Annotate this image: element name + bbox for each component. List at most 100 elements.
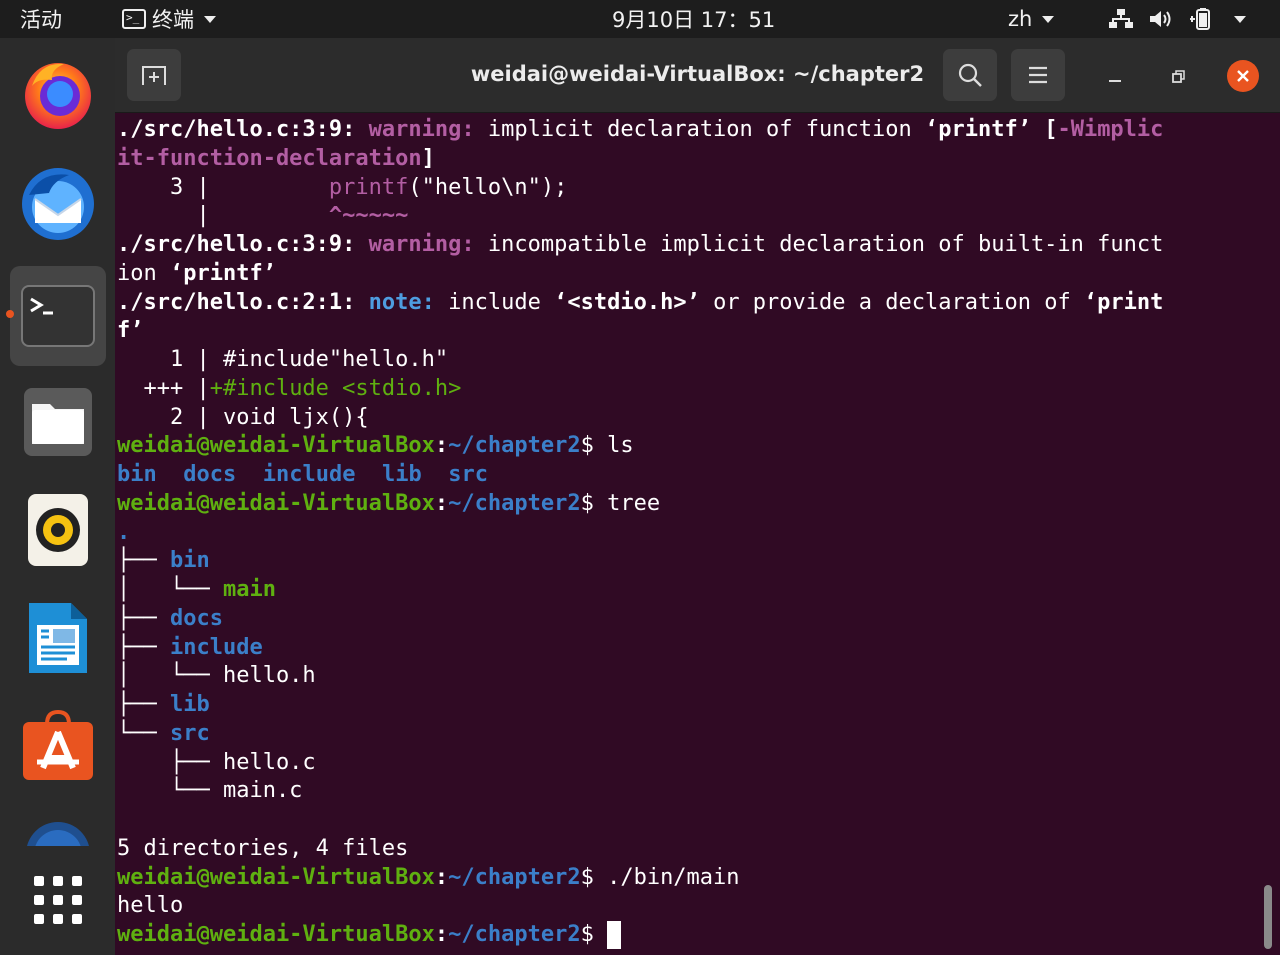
terminal-text: +++ | [117, 375, 210, 401]
hamburger-menu-icon [1029, 66, 1047, 84]
speaker-icon [28, 494, 88, 566]
terminal-line: weidai@weidai-VirtualBox:~/chapter2$ ls [117, 432, 1267, 461]
terminal-text: f’ [117, 318, 144, 344]
dock-item-help[interactable] [10, 806, 106, 846]
app-menu[interactable]: >_ 终端 [122, 0, 216, 38]
terminal-line: weidai@weidai-VirtualBox:~/chapter2$ [117, 921, 1267, 950]
terminal-text: ├── [117, 605, 170, 631]
terminal-text: : [434, 922, 449, 947]
terminal-text: lib [169, 692, 210, 717]
terminal-text: : [434, 490, 449, 516]
scrollbar[interactable] [1264, 885, 1272, 949]
terminal-line: +++ |+#include <stdio.h> [117, 375, 1267, 404]
maximize-button[interactable] [1163, 62, 1193, 92]
terminal-line: ion ‘printf’ [117, 260, 1267, 289]
terminal-text: 1 | #include"hello.h" [117, 347, 449, 372]
terminal-line: 5 directories, 4 files [117, 835, 1267, 864]
dock-item-thunderbird[interactable] [10, 156, 106, 252]
new-tab-button[interactable] [127, 49, 181, 101]
terminal-text: ├── hello.c [117, 749, 316, 775]
thunderbird-icon [22, 168, 94, 240]
network-icon [1109, 9, 1133, 28]
terminal-text: $ [580, 922, 608, 947]
terminal-text: implicit declaration of function [487, 117, 925, 142]
top-bar: 活动 >_ 终端 9月10日 17：51 zh [0, 0, 1280, 38]
terminal-text: ~/chapter2 [448, 864, 581, 890]
terminal-line: . [117, 519, 1267, 548]
terminal-text: └── main.c [117, 778, 303, 804]
terminal-text: weidai@weidai-VirtualBox [117, 490, 435, 516]
terminal-line: ./src/hello.c:3:9: warning: incompatible… [117, 231, 1267, 260]
terminal-text: printf [328, 174, 409, 200]
terminal-text: ion [117, 260, 170, 286]
terminal-text: ("hello\n"); [408, 174, 568, 200]
input-method-menu[interactable]: zh [1008, 0, 1055, 38]
search-button[interactable] [943, 49, 997, 101]
activities-label: 活动 [20, 8, 62, 32]
terminal-text: warning: [368, 117, 488, 142]
terminal-text: bin [169, 548, 210, 574]
terminal-line: hello [117, 892, 1267, 921]
terminal-text: lib [381, 462, 422, 487]
terminal-line: ./src/hello.c:3:9: warning: implicit dec… [117, 116, 1267, 145]
folder-icon [24, 388, 92, 456]
terminal-text: ~/chapter2 [448, 922, 581, 947]
terminal-text: $ ls [580, 433, 634, 459]
system-menu[interactable] [1108, 0, 1246, 38]
battery-icon [1190, 8, 1210, 30]
terminal-text: ] [421, 145, 435, 171]
input-method-label: zh [1008, 7, 1033, 31]
minimize-button[interactable] [1100, 62, 1130, 92]
terminal-text: : [434, 433, 449, 459]
terminal-text: ├── [117, 634, 170, 660]
terminal-text: . [117, 519, 131, 545]
terminal-text: ~/chapter2 [448, 490, 581, 516]
dock-item-firefox[interactable] [10, 46, 106, 142]
dock-item-writer[interactable] [10, 590, 106, 686]
terminal-text: 2 | void ljx(){ [117, 404, 369, 430]
dock-item-terminal[interactable] [6, 266, 106, 366]
dock-item-software[interactable] [10, 698, 106, 794]
close-button[interactable] [1227, 60, 1259, 92]
terminal-line: bin docs include lib src [117, 461, 1267, 490]
terminal-text: docs [183, 462, 237, 487]
help-icon [27, 822, 89, 846]
dock [0, 38, 115, 955]
activities-button[interactable]: 活动 [20, 0, 62, 38]
dock-item-rhythmbox[interactable] [10, 482, 106, 578]
new-tab-icon [142, 66, 166, 85]
terminal-line: ./src/hello.c:2:1: note: include ‘<stdio… [117, 289, 1267, 318]
chevron-down-icon [1042, 15, 1055, 23]
terminal-output[interactable]: ./src/hello.c:3:9: warning: implicit dec… [115, 113, 1280, 955]
terminal-text: ├── [117, 692, 170, 717]
terminal-text: [ [1030, 117, 1058, 142]
clock[interactable]: 9月10日 17：51 [612, 0, 775, 38]
terminal-line: weidai@weidai-VirtualBox:~/chapter2$ ./b… [117, 864, 1267, 893]
menu-button[interactable] [1011, 49, 1065, 101]
terminal-text: +#include <stdio.h> [209, 375, 462, 401]
terminal-text: ./src/hello.c:3:9: [117, 232, 369, 257]
close-icon [1237, 70, 1249, 82]
terminal-line: 1 | #include"hello.h" [117, 346, 1267, 375]
terminal-text: $ tree [580, 490, 661, 516]
terminal-line: f’ [117, 317, 1267, 346]
terminal-line: ├── include [117, 634, 1267, 663]
firefox-icon [25, 63, 91, 129]
terminal-text: weidai@weidai-VirtualBox [117, 864, 435, 890]
search-icon [958, 63, 982, 87]
terminal-line: it-function-declaration] [117, 145, 1267, 174]
terminal-line: └── main.c [117, 777, 1267, 806]
terminal-app-icon: >_ [122, 9, 146, 29]
dock-item-files[interactable] [10, 374, 106, 470]
terminal-text: weidai@weidai-VirtualBox [117, 922, 435, 947]
chevron-down-icon [204, 15, 216, 23]
terminal-icon [21, 285, 95, 347]
terminal-text: └── [117, 720, 170, 746]
show-applications-button[interactable] [10, 852, 106, 948]
terminal-line: └── src [117, 720, 1267, 749]
